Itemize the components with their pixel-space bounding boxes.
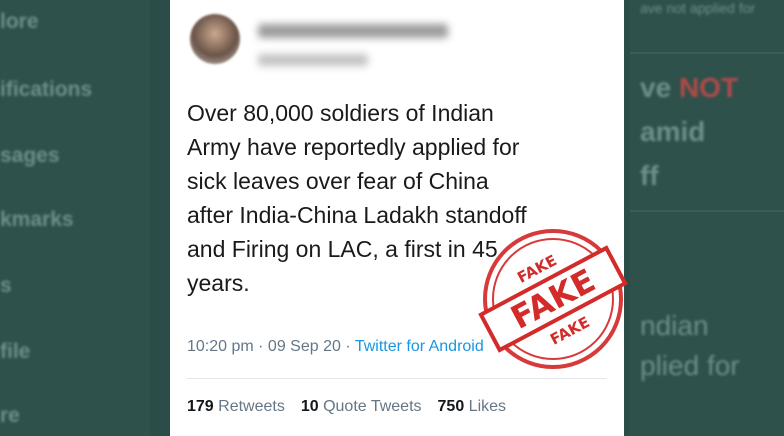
- background-nav-item: sages: [0, 144, 60, 167]
- divider: [187, 378, 607, 379]
- retweets-stat[interactable]: 179 Retweets: [187, 398, 285, 415]
- blurred-username[interactable]: [258, 54, 368, 66]
- background-nav-item: file: [0, 340, 31, 363]
- quote-tweets-stat[interactable]: 10 Quote Tweets: [301, 398, 422, 415]
- background-nav-item: re: [0, 404, 20, 427]
- retweets-count: 179: [187, 398, 214, 415]
- background-nav-item: kmarks: [0, 208, 74, 231]
- background-divider: [630, 210, 784, 212]
- background-nav-item: ifications: [0, 78, 93, 101]
- fake-stamp: FAKE FAKE FAKE: [478, 229, 628, 369]
- background-nav-item: lore: [0, 10, 39, 33]
- tweet-meta: 10:20 pm · 09 Sep 20 · Twitter for Andro…: [187, 338, 484, 356]
- tweet-line: Army have reportedly applied for: [187, 134, 520, 160]
- tweet-stats: 179 Retweets 10 Quote Tweets 750 Likes: [187, 398, 506, 416]
- quote-tweets-count: 10: [300, 398, 319, 415]
- tweet-line: sick leaves over fear of China: [187, 168, 489, 194]
- retweets-label: Retweets: [213, 398, 285, 415]
- tweet-source-link[interactable]: Twitter for Android: [355, 338, 484, 355]
- quote-tweets-label: Quote Tweets: [318, 398, 422, 415]
- background-snippet: ndian: [640, 310, 709, 341]
- blurred-display-name[interactable]: [258, 24, 448, 38]
- tweet-timestamp[interactable]: 10:20 pm · 09 Sep 20 ·: [187, 338, 355, 355]
- likes-count: 750: [437, 398, 465, 415]
- likes-label: Likes: [464, 398, 507, 415]
- background-snippet: amid: [640, 116, 706, 147]
- background-snippet: plied for: [640, 350, 740, 381]
- likes-stat[interactable]: 750 Likes: [438, 398, 507, 415]
- background-snippet: ve NOT: [640, 72, 739, 103]
- background-nav-item: s: [0, 274, 12, 297]
- avatar[interactable]: [190, 14, 240, 64]
- tweet-line: Over 80,000 soldiers of Indian: [187, 100, 494, 126]
- background-snippet: ave not applied for: [640, 0, 756, 16]
- background-snippet: ff: [640, 160, 659, 191]
- background-divider: [630, 52, 784, 54]
